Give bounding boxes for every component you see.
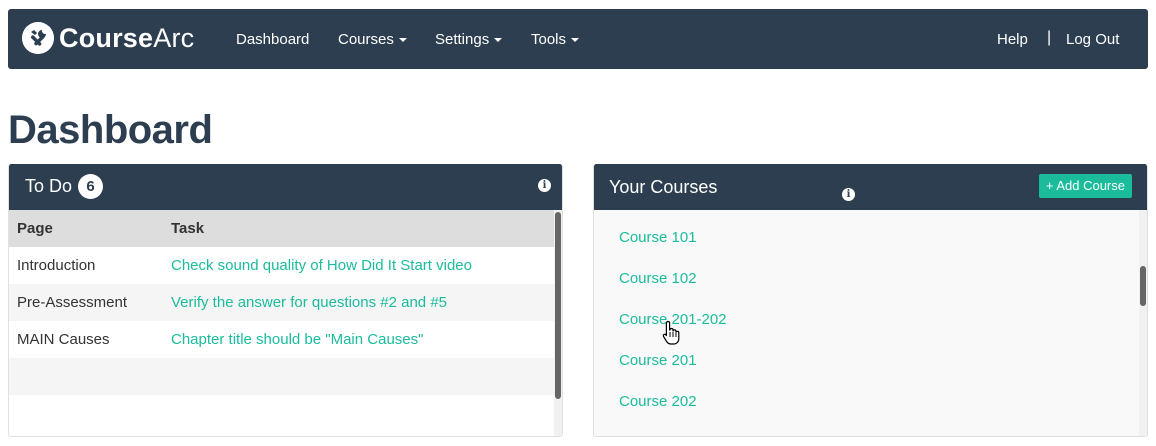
courses-scrollbar[interactable] bbox=[1139, 210, 1147, 436]
chevron-down-icon bbox=[494, 38, 503, 43]
logo-text-bold: Course bbox=[59, 22, 154, 53]
task-link[interactable]: Chapter title should be "Main Causes" bbox=[163, 321, 555, 358]
table-cell-page: Pre-Assessment bbox=[9, 284, 163, 321]
chevron-down-icon bbox=[398, 38, 407, 43]
logo-text: CourseArc bbox=[59, 23, 194, 54]
todo-count-badge: 6 bbox=[78, 174, 103, 199]
table-header-row: Page Task bbox=[9, 210, 555, 247]
table-row: MAIN Causes Chapter title should be "Mai… bbox=[9, 321, 555, 358]
logo-text-regular: Arc bbox=[153, 22, 195, 53]
task-link[interactable]: Verify the answer for questions #2 and #… bbox=[163, 284, 555, 321]
todo-panel: To Do 6 i Page Task Introduction Check s… bbox=[8, 164, 563, 437]
tools-icon bbox=[22, 22, 54, 54]
nav-courses-label: Courses bbox=[338, 31, 394, 48]
table-row: Introduction Check sound quality of How … bbox=[9, 247, 555, 284]
logo[interactable]: CourseArc bbox=[22, 22, 194, 54]
course-link[interactable]: Course 101 bbox=[619, 229, 697, 246]
nav-tools-label: Tools bbox=[531, 31, 567, 48]
nav-settings[interactable]: Settings bbox=[435, 31, 503, 48]
nav-settings-label: Settings bbox=[435, 31, 490, 48]
nav-dashboard[interactable]: Dashboard bbox=[236, 31, 309, 48]
page-title: Dashboard bbox=[8, 108, 213, 152]
courses-title: Your Courses bbox=[609, 177, 718, 197]
task-link[interactable]: Check sound quality of How Did It Start … bbox=[163, 247, 555, 284]
nav-tools[interactable]: Tools bbox=[531, 31, 580, 48]
table-cell-page: MAIN Causes bbox=[9, 321, 163, 358]
courses-scroll-thumb[interactable] bbox=[1140, 266, 1146, 306]
nav-logout[interactable]: Log Out bbox=[1066, 31, 1119, 48]
todo-panel-header: To Do 6 i bbox=[9, 164, 562, 210]
todo-scroll-thumb[interactable] bbox=[555, 212, 561, 399]
todo-table: Page Task Introduction Check sound quali… bbox=[9, 210, 555, 358]
todo-title: To Do bbox=[25, 176, 73, 196]
nav-help[interactable]: Help bbox=[997, 31, 1028, 48]
course-link[interactable]: Course 202 bbox=[619, 393, 697, 410]
add-course-button[interactable]: + Add Course bbox=[1038, 174, 1132, 198]
top-navbar: CourseArc Dashboard Courses Settings Too… bbox=[8, 9, 1148, 69]
table-cell-page: Introduction bbox=[9, 247, 163, 284]
table-empty-row bbox=[9, 358, 555, 395]
chevron-down-icon bbox=[571, 38, 580, 43]
courses-panel: Your Courses i + Add Course Course 101 C… bbox=[593, 164, 1148, 437]
info-icon[interactable]: i bbox=[538, 179, 551, 192]
courses-panel-header: Your Courses i + Add Course bbox=[594, 164, 1147, 210]
todo-scrollbar[interactable] bbox=[554, 210, 562, 436]
course-link[interactable]: Course 201 bbox=[619, 352, 697, 369]
course-link[interactable]: Course 102 bbox=[619, 270, 697, 287]
column-header-page: Page bbox=[9, 210, 163, 247]
nav-separator: | bbox=[1047, 29, 1052, 46]
hand-cursor-icon bbox=[662, 320, 680, 345]
nav-courses[interactable]: Courses bbox=[338, 31, 407, 48]
column-header-task: Task bbox=[163, 210, 555, 247]
table-row: Pre-Assessment Verify the answer for que… bbox=[9, 284, 555, 321]
info-icon[interactable]: i bbox=[842, 188, 855, 201]
